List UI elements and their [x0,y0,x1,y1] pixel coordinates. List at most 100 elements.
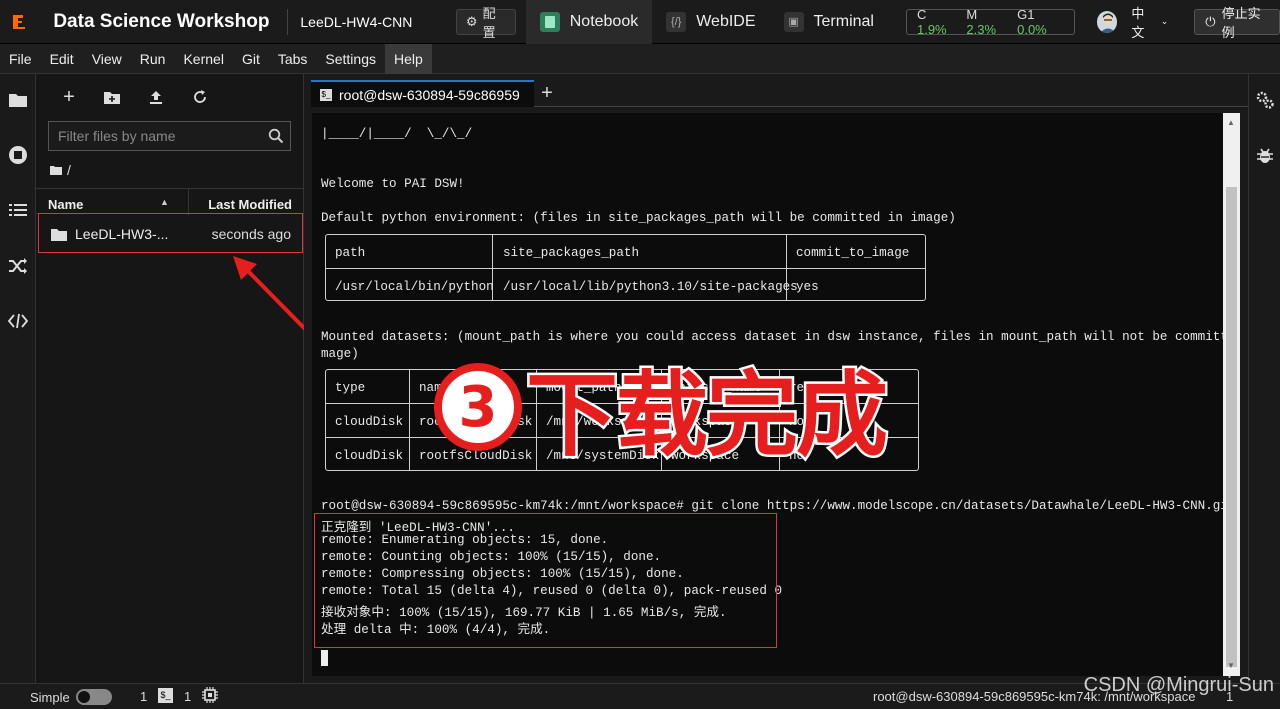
chevron-down-icon: ⌄ [1160,16,1169,26]
simple-mode-label: Simple [30,689,70,705]
kernel-count[interactable]: 1 [140,689,147,704]
terminal-line: Mounted datasets: (mount_path is where y… [321,330,1223,344]
terminal-tab[interactable]: $_ root@dsw-630894-59c86959 [311,80,534,107]
table-cell: yes [796,280,819,294]
shuffle-icon[interactable] [6,254,30,278]
table-cell: site_packages_path [503,246,640,260]
column-last-modified[interactable]: Last Modified [208,197,292,212]
resource-usage[interactable]: C 1.9% M 2.3% G1 0.0% [905,6,1075,37]
cpu-usage: C 1.9% [916,6,947,37]
gpu-usage: G1 0.0% [1017,6,1047,37]
avatar[interactable] [1096,10,1118,33]
running-icon[interactable] [6,143,30,167]
highlight-box-output [314,513,777,648]
simple-mode-toggle[interactable] [75,689,112,705]
menu-edit[interactable]: Edit [41,44,83,74]
code-icon[interactable] [6,309,30,333]
language-selector[interactable]: 中文 ⌄ [1131,3,1168,41]
tab-webide[interactable]: {/} WebIDE [652,0,769,44]
stop-instance-button[interactable]: ⏻ 停止实例 [1194,6,1280,40]
table-cell: cloudDisk [335,449,404,463]
plus-icon: + [63,85,75,108]
terminal-tab-title: root@dsw-630894-59c86959 [339,86,520,103]
new-folder-button[interactable] [99,84,125,110]
tab-label: Terminal [813,12,874,30]
terminal-icon: $_ [320,88,332,101]
menu-run[interactable]: Run [131,44,175,74]
refresh-button[interactable] [187,84,213,110]
add-tab-button[interactable]: + [536,83,558,105]
config-button[interactable]: ⚙ 配置 [455,6,516,40]
top-bar: Data Science Workshop LeeDL-HW4-CNN ⚙ 配置… [0,0,1280,44]
new-launcher-button[interactable]: + [56,84,82,110]
folder-icon [50,166,62,175]
table-cell: no [789,415,805,429]
scroll-down-icon[interactable]: ▼ [1227,661,1235,670]
menu-bar: File Edit View Run Kernel Git Tabs Setti… [0,43,1280,74]
terminal-icon[interactable]: $_ [158,688,173,703]
menu-file[interactable]: File [0,44,41,74]
terminal-command: root@dsw-630894-59c869595c-km74k:/mnt/wo… [321,499,1223,513]
property-inspector-gear-icon[interactable] [1255,90,1275,110]
workspace-tabs: Notebook {/} WebIDE ▣ Terminal [525,0,888,44]
menu-help[interactable]: Help [385,43,432,74]
column-divider [188,189,189,215]
simple-mode: Simple [30,689,112,705]
menu-git[interactable]: Git [233,44,269,74]
scroll-up-icon[interactable]: ▲ [1227,118,1235,127]
list-icon[interactable] [6,198,30,222]
table-cell: /usr/local/lib/python3.10/site-packages [503,280,798,294]
menu-kernel[interactable]: Kernel [174,44,232,74]
terminal-scrollbar[interactable]: ▲ ▼ [1223,113,1240,676]
terminal-line: |____/|____/ \_/\_/ [321,127,473,141]
mount-table: type name mount_path dataset_name read_o… [325,369,919,471]
tab-label: Notebook [569,12,639,30]
highlight-box-file [38,213,303,253]
new-folder-icon [104,91,120,104]
terminal-line: Default python environment: (files in si… [321,211,956,225]
upload-button[interactable] [143,84,169,110]
tab-terminal[interactable]: ▣ Terminal [770,0,888,44]
refresh-icon [194,90,206,103]
terminal-line: mage) [321,347,359,361]
column-name[interactable]: Name [48,197,83,212]
folder-icon[interactable] [6,88,30,112]
file-browser-toolbar: + [36,84,304,110]
menu-settings[interactable]: Settings [316,44,385,74]
env-table: path site_packages_path commit_to_image … [325,234,926,301]
left-activity-bar [0,74,36,683]
table-cell: rootfsCloudDisk [419,415,533,429]
right-sidebar [1248,74,1280,683]
code-icon: {/} [666,11,687,32]
stop-label: 停止实例 [1221,5,1261,40]
table-cell: rootfsCloudDisk [419,449,533,463]
notebook-icon [539,11,560,32]
table-cell: workspace [671,415,740,429]
table-cell: commit_to_image [796,246,910,260]
divider [287,8,289,35]
filter-input[interactable] [49,122,259,150]
language-label: 中文 [1131,5,1145,40]
filter-box [48,121,291,151]
tab-label: WebIDE [696,12,756,30]
menu-view[interactable]: View [83,44,131,74]
power-icon: ⏻ [1205,13,1216,29]
plus-icon: + [541,82,553,104]
scrollbar-thumb[interactable] [1226,187,1237,667]
debugger-bug-icon[interactable] [1255,146,1275,166]
app-logo-icon [0,0,37,44]
table-cell: name [419,381,450,395]
search-icon [268,128,284,144]
terminal-line: Welcome to PAI DSW! [321,177,465,191]
tab-notebook[interactable]: Notebook [525,0,653,44]
breadcrumb[interactable]: / [50,162,71,178]
watermark: CSDN @Mingrui-Sun [1083,674,1274,696]
terminal-count[interactable]: 1 [184,689,191,704]
memory-usage: M 2.3% [966,6,997,37]
table-cell: cloudDisk [335,415,404,429]
cpu-chip-icon[interactable] [202,687,218,703]
project-name: LeeDL-HW4-CNN [300,13,413,30]
table-cell: /usr/local/bin/python [335,280,494,294]
menu-tabs[interactable]: Tabs [269,44,317,74]
gear-icon: ⚙ [465,13,478,29]
